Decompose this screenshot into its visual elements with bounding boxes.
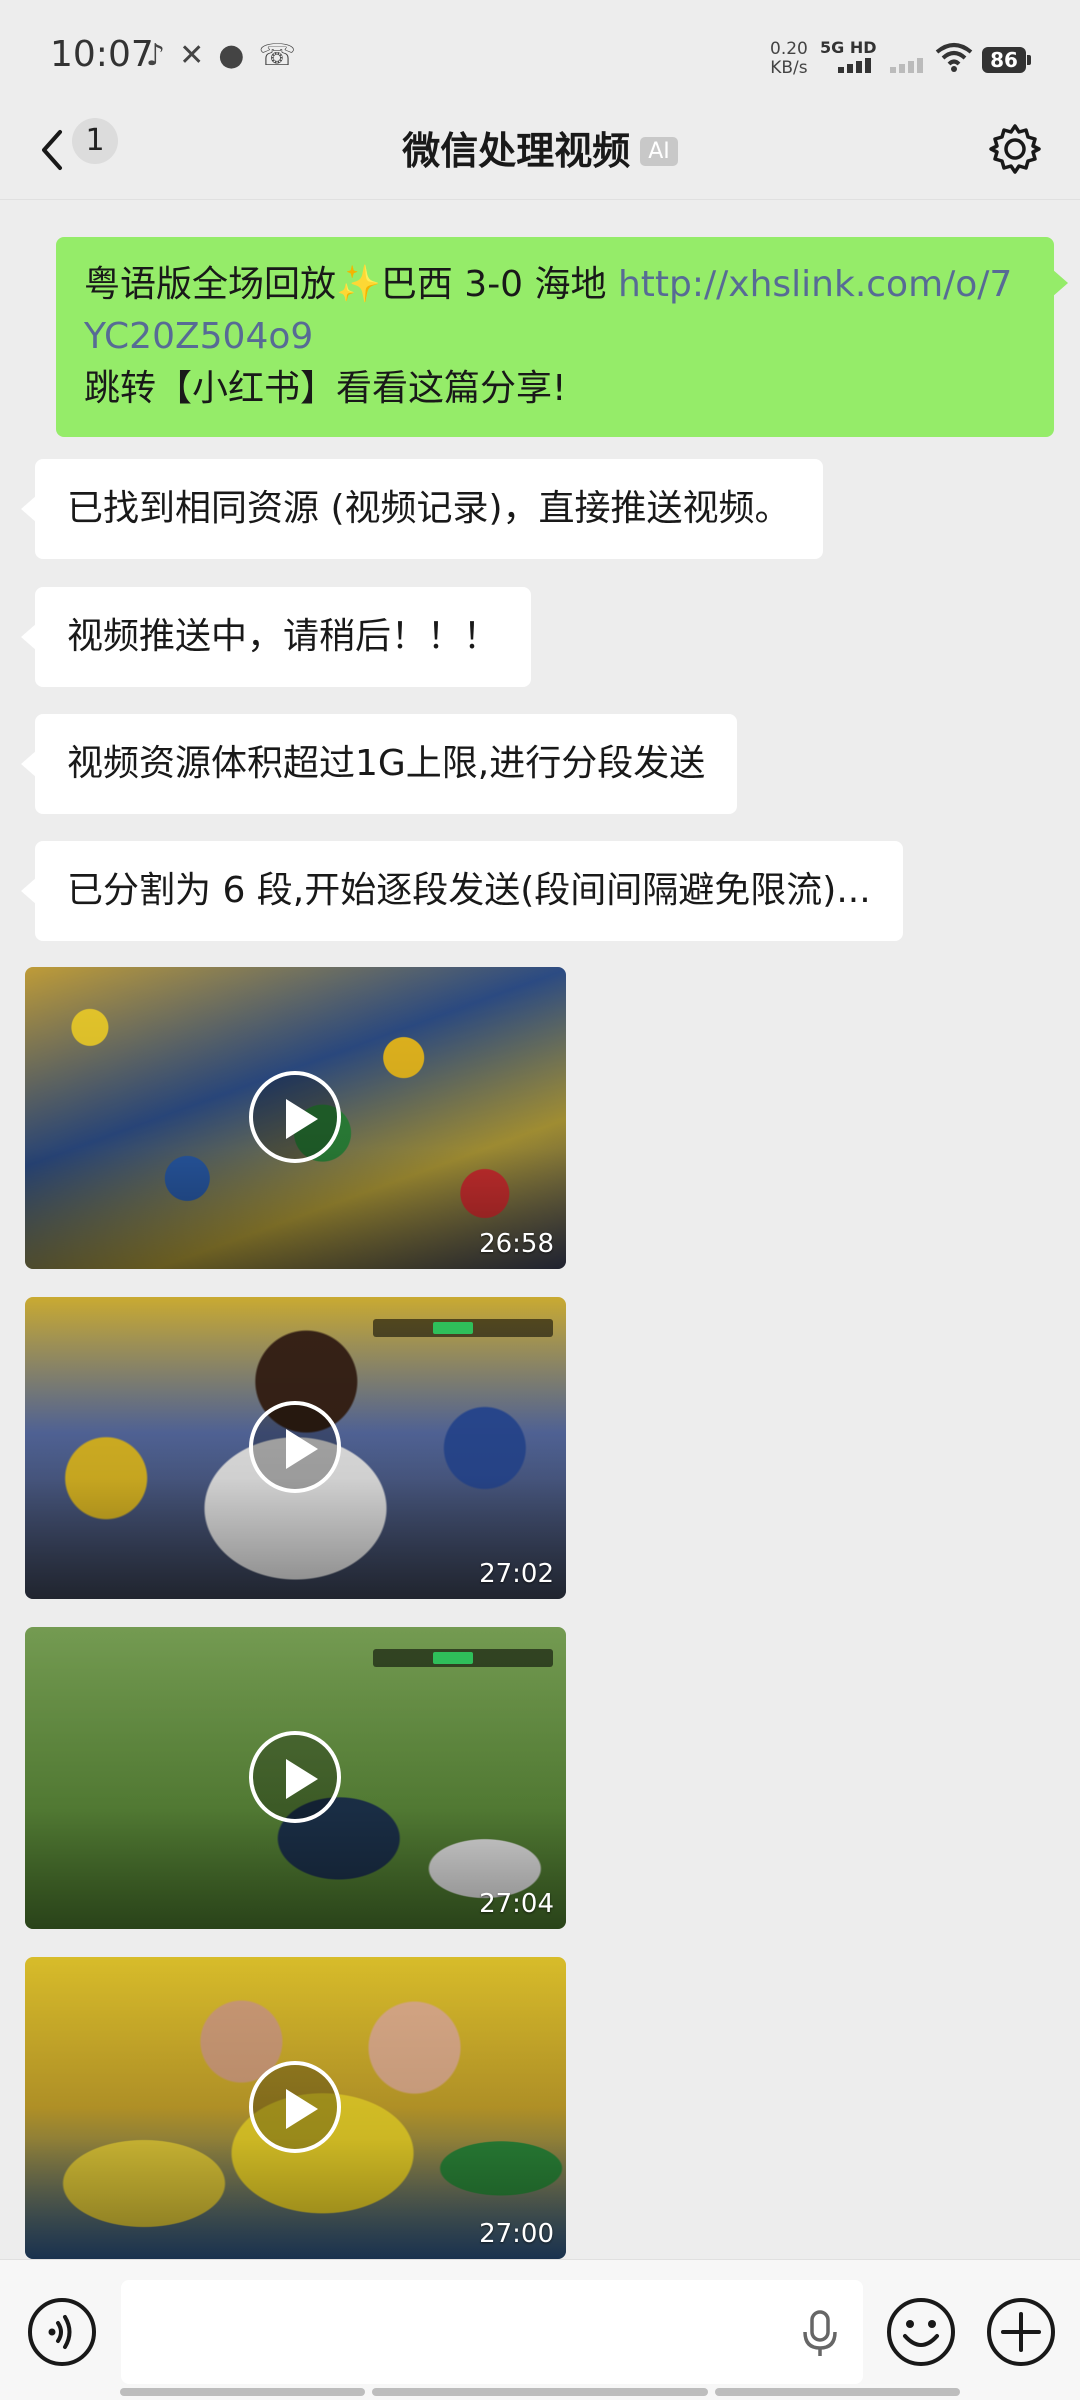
play-icon[interactable] [249, 1071, 341, 1163]
scroll-indicator [715, 2388, 960, 2396]
voice-mode-icon[interactable] [26, 2296, 98, 2368]
video-duration: 27:02 [479, 1559, 554, 1589]
sparkle-emoji: ✨ [336, 264, 381, 305]
battery-icon: 86 [982, 47, 1031, 73]
video-message[interactable]: 27:02 [25, 1297, 566, 1599]
received-message-bubble[interactable]: 视频推送中，请稍后！！！ [20, 587, 532, 687]
chat-title: 微信处理视频 [402, 129, 631, 173]
emoji-icon[interactable] [885, 2296, 957, 2368]
input-bar [0, 2259, 1080, 2400]
status-time: 10:07 [50, 34, 154, 75]
chat-title-wrap: 微信处理视频 AI [0, 120, 1080, 175]
play-icon[interactable] [249, 2061, 341, 2153]
video-duration: 27:00 [479, 2219, 554, 2249]
net-speed: 0.20 KB/s [770, 39, 808, 78]
scoreboard-overlay [373, 1649, 553, 1667]
video-message[interactable]: 27:04 [25, 1627, 566, 1929]
video-message[interactable]: 26:58 [25, 967, 566, 1269]
video-message[interactable]: 27:00 [25, 1957, 566, 2259]
ai-tag: AI [640, 137, 678, 166]
settings-gear-icon[interactable] [986, 120, 1044, 178]
scroll-indicator [120, 2388, 365, 2396]
received-message-bubble[interactable]: 已分割为 6 段,开始逐段发送(段间间隔避免限流)... [21, 841, 903, 941]
received-message-bubble[interactable]: 已找到相同资源 (视频记录)，直接推送视频。 [21, 459, 823, 559]
unread-count-badge[interactable]: 1 [72, 118, 118, 164]
video-duration: 26:58 [479, 1229, 554, 1259]
microphone-icon[interactable] [800, 2310, 840, 2358]
wifi-icon [935, 43, 973, 72]
message-input[interactable] [121, 2280, 863, 2384]
signal-icon [838, 58, 871, 73]
scroll-indicator [372, 2388, 708, 2396]
play-icon[interactable] [249, 1731, 341, 1823]
phone-icon: ☏ [258, 38, 296, 73]
signal-2-icon [890, 58, 923, 73]
play-icon[interactable] [249, 1401, 341, 1493]
tiktok-icon: ♪ [146, 38, 166, 73]
plus-icon[interactable] [985, 2296, 1057, 2368]
tools-icon: ✕ [179, 38, 205, 73]
scoreboard-overlay [373, 1319, 553, 1337]
received-message-bubble[interactable]: 视频资源体积超过1G上限,进行分段发送 [20, 714, 738, 814]
network-type: 5G HD [820, 38, 877, 57]
sent-message-bubble[interactable]: 粤语版全场回放✨巴西 3-0 海地 http://xhslink.com/o/7… [56, 237, 1068, 437]
chat-header: 微信处理视频 AI [0, 100, 1080, 200]
message-icon: ● [218, 38, 245, 73]
status-bar: 10:07 ♪ ✕ ● ☏ 0.20 KB/s 5G HD 86 [0, 0, 1080, 100]
notification-icons: ♪ ✕ ● ☏ [146, 38, 296, 73]
video-duration: 27:04 [479, 1889, 554, 1919]
